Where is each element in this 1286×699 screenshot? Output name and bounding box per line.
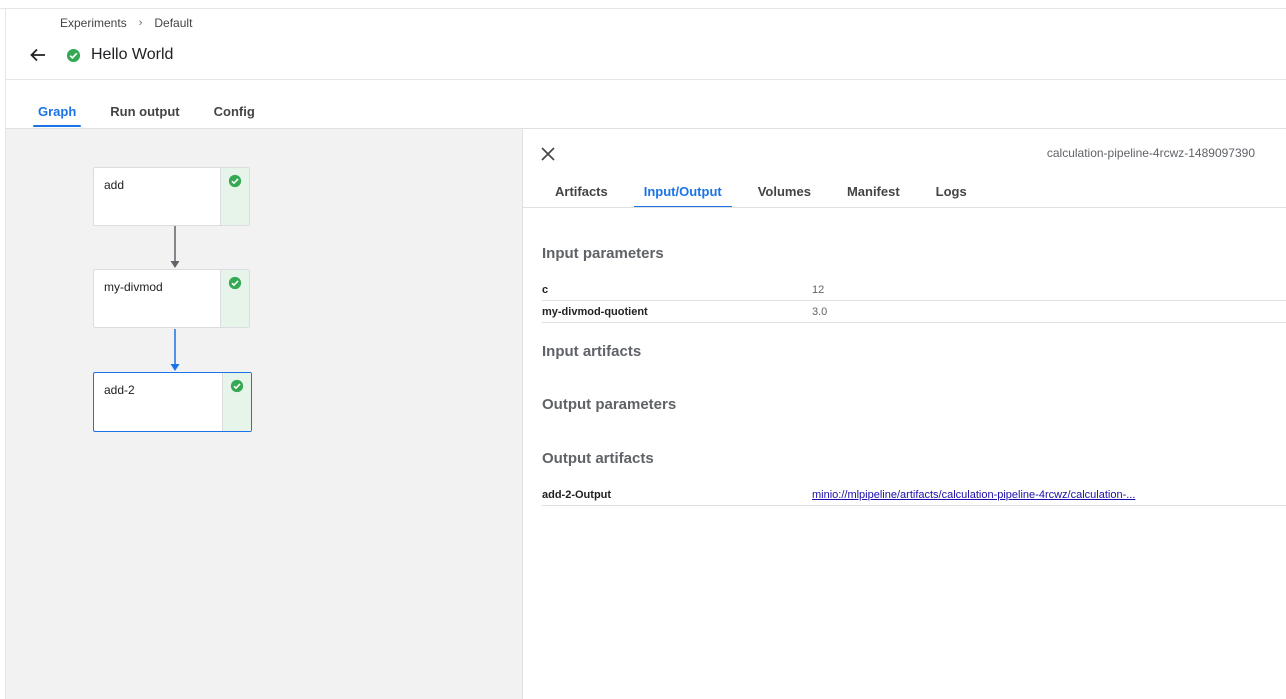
tab-logs[interactable]: Logs	[926, 177, 977, 208]
tab-graph[interactable]: Graph	[30, 100, 84, 127]
node-status	[222, 373, 251, 431]
param-key: my-divmod-quotient	[542, 305, 648, 318]
input-artifacts-title: Input artifacts	[542, 343, 642, 360]
artifact-key: add-2-Output	[542, 488, 612, 501]
tab-volumes[interactable]: Volumes	[748, 177, 821, 208]
graph-canvas[interactable]: add my-divmod add-2	[6, 129, 522, 699]
check-circle-icon	[230, 379, 244, 431]
output-parameters-title: Output parameters	[542, 396, 677, 413]
graph-node-my-divmod[interactable]: my-divmod	[93, 269, 250, 328]
artifact-link[interactable]: minio://mlpipeline/artifacts/calculation…	[812, 489, 1135, 501]
tab-run-output[interactable]: Run output	[102, 100, 187, 127]
input-parameters-title: Input parameters	[542, 245, 664, 262]
check-circle-icon	[228, 276, 242, 327]
check-circle-icon	[228, 174, 242, 225]
param-value: 12	[812, 283, 825, 296]
edge-arrowhead-selected	[170, 364, 180, 371]
check-circle-icon	[66, 48, 81, 63]
param-value: 3.0	[812, 305, 828, 318]
node-status	[220, 270, 249, 327]
tab-input-output[interactable]: Input/Output	[633, 177, 732, 208]
param-key: c	[542, 283, 549, 296]
output-artifacts-title: Output artifacts	[542, 450, 654, 467]
main-tabs: Graph Run output Config	[30, 100, 281, 127]
title-row: Hello World	[26, 42, 173, 68]
node-label: add	[104, 178, 125, 192]
table-row: c 12	[542, 279, 1286, 301]
back-arrow-icon[interactable]	[26, 43, 50, 67]
graph-edges	[170, 226, 180, 371]
node-details-panel: calculation-pipeline-4rcwz-1489097390 Ar…	[522, 129, 1286, 699]
node-label: my-divmod	[104, 280, 163, 294]
breadcrumb-experiments-link[interactable]: Experiments	[60, 16, 127, 30]
table-row: my-divmod-quotient 3.0	[542, 301, 1286, 323]
top-bar	[0, 0, 1286, 9]
tab-artifacts[interactable]: Artifacts	[545, 177, 618, 208]
breadcrumb-separator: ›	[138, 17, 143, 29]
breadcrumb-default-link[interactable]: Default	[154, 16, 192, 30]
graph-node-add-2[interactable]: add-2	[93, 372, 252, 432]
node-label: add-2	[104, 383, 135, 397]
run-id: calculation-pipeline-4rcwz-1489097390	[1046, 146, 1255, 160]
edge-arrowhead	[170, 261, 180, 268]
graph-node-add[interactable]: add	[93, 167, 250, 226]
node-status	[220, 168, 249, 225]
header-divider	[6, 79, 1286, 80]
close-icon[interactable]	[539, 145, 557, 163]
table-row: add-2-Output minio://mlpipeline/artifact…	[542, 484, 1286, 506]
panel-tabs: Artifacts Input/Output Volumes Manifest …	[545, 177, 993, 208]
breadcrumb: Experiments › Default	[60, 16, 192, 30]
tab-manifest[interactable]: Manifest	[837, 177, 910, 208]
tab-config[interactable]: Config	[206, 100, 263, 127]
page-title: Hello World	[91, 46, 174, 63]
panel-tabs-divider	[523, 207, 1286, 208]
